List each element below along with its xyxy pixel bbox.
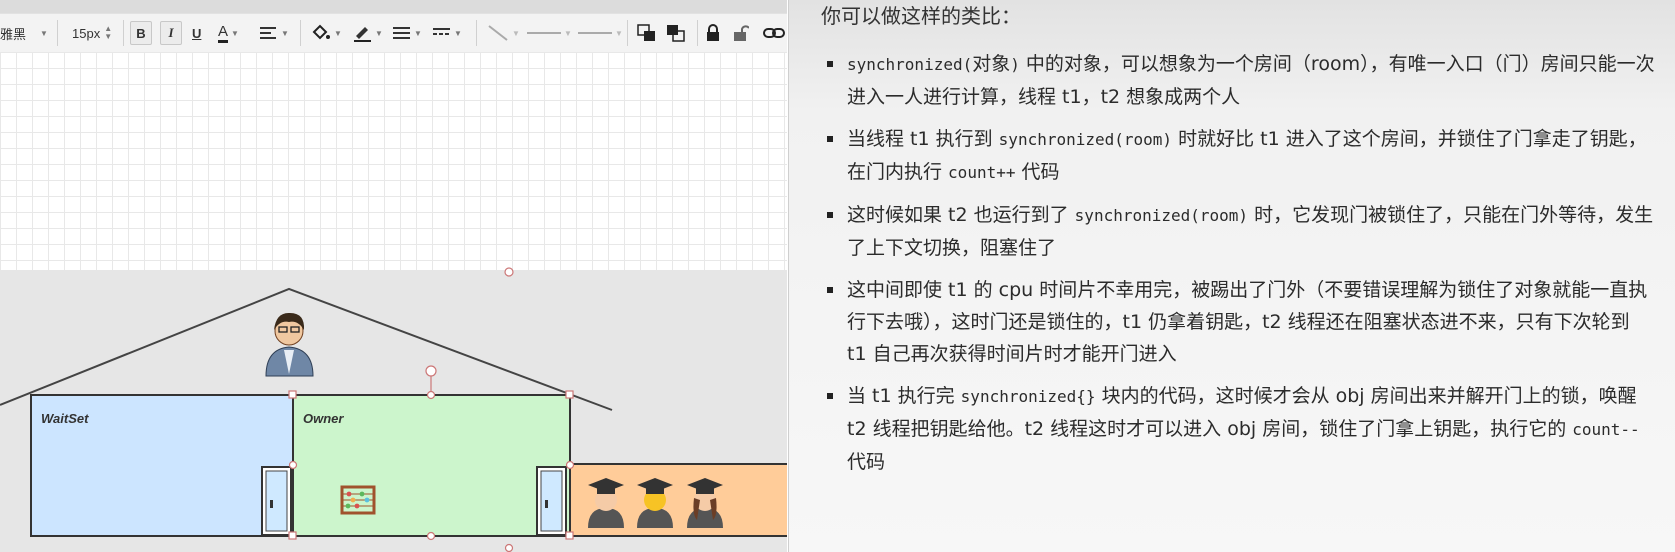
rotate-handle[interactable] bbox=[425, 365, 437, 377]
explanation-panel: 你可以做这样的类比： synchronized(对象) 中的对象，可以想象为一个… bbox=[788, 0, 1675, 552]
selection-handle[interactable] bbox=[504, 267, 514, 277]
monitor-diagram[interactable]: WaitSet Owner bbox=[0, 0, 787, 552]
analogy-list: synchronized(对象) 中的对象，可以想象为一个房间（room），有唯… bbox=[825, 48, 1655, 488]
text-segment: 当 t1 执行完 bbox=[847, 385, 961, 407]
door-icon[interactable] bbox=[536, 466, 567, 536]
panel-title: 你可以做这样的类比： bbox=[821, 4, 1021, 28]
analogy-item: 这中间即使 t1 的 cpu 时间片不幸用完，被踢出了门外（不要错误理解为锁住了… bbox=[825, 274, 1655, 370]
code-snippet: synchronized( bbox=[847, 55, 973, 74]
door-icon[interactable] bbox=[261, 466, 292, 536]
code-snippet: count++ bbox=[948, 163, 1016, 182]
text-segment: 这时候如果 t2 也运行到了 bbox=[847, 204, 1075, 226]
diagram-editor: 雅黑 ▼ 15px ▲ ▼ B I U A ▼ ▼ ▼ ▼ ▼ ▼ ▼ ▼ ▼ … bbox=[0, 0, 787, 552]
code-snippet: synchronized(room) bbox=[1074, 206, 1249, 225]
owner-label: Owner bbox=[303, 411, 344, 426]
house-roof bbox=[0, 287, 613, 411]
text-segment: 当线程 t1 执行到 bbox=[847, 128, 999, 150]
code-snippet: count-- bbox=[1572, 420, 1640, 439]
text-segment: 代码 bbox=[847, 451, 886, 473]
code-snippet: synchronized{} bbox=[960, 387, 1096, 406]
waitset-label: WaitSet bbox=[41, 411, 89, 426]
analogy-item: 这时候如果 t2 也运行到了 synchronized(room) 时，它发现门… bbox=[825, 199, 1655, 264]
code-snippet: ) bbox=[1010, 55, 1020, 74]
person-icon bbox=[265, 312, 314, 377]
code-snippet: synchronized(room) bbox=[998, 130, 1173, 149]
analogy-item: 当线程 t1 执行到 synchronized(room) 时就好比 t1 进入… bbox=[825, 123, 1655, 189]
text-segment: 对象 bbox=[972, 53, 1011, 75]
analogy-item: 当 t1 执行完 synchronized{} 块内的代码，这时候才会从 obj… bbox=[825, 380, 1655, 478]
text-segment: 代码 bbox=[1015, 161, 1060, 183]
text-segment: 这中间即使 t1 的 cpu 时间片不幸用完，被踢出了门外（不要错误理解为锁住了… bbox=[847, 279, 1648, 365]
analogy-item: synchronized(对象) 中的对象，可以想象为一个房间（room），有唯… bbox=[825, 48, 1655, 113]
